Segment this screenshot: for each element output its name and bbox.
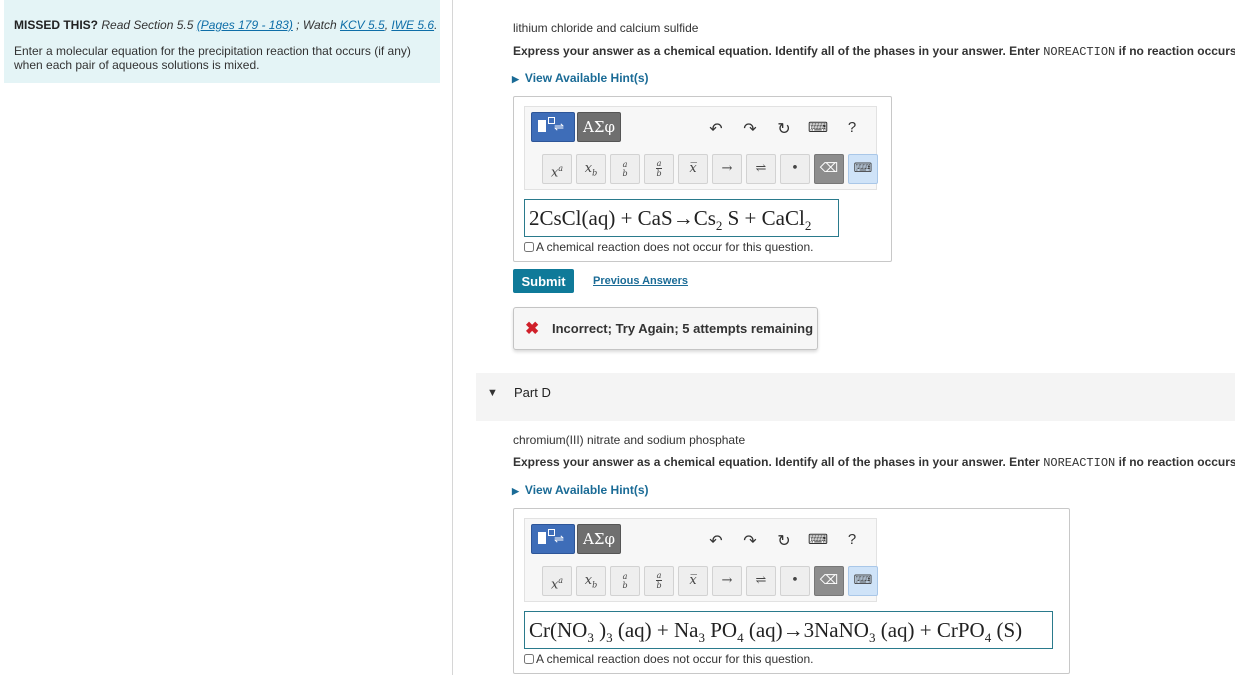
partC-answer-box: ⇌ ΑΣφ ↶ ↷ ↻ ⌨ ? xa xb ab ab x̅ → ⇌ • ⌫ ⌨… xyxy=(513,96,892,262)
missed-this-panel: MISSED THIS? Read Section 5.5 (Pages 179… xyxy=(4,0,440,83)
partC-hint-label: View Available Hint(s) xyxy=(524,71,649,85)
subscript-icon[interactable]: xb xyxy=(576,566,606,596)
reset-icon[interactable]: ↻ xyxy=(773,119,795,139)
redo-icon[interactable]: ↷ xyxy=(739,119,761,139)
undo-icon[interactable]: ↶ xyxy=(705,119,727,139)
dot-icon[interactable]: • xyxy=(780,566,810,596)
partD-answer-box: ⇌ ΑΣφ ↶ ↷ ↻ ⌨ ? xa xb ab ab x̅ → ⇌ • ⌫ ⌨… xyxy=(513,508,1070,674)
close-x-icon: ✖ xyxy=(525,319,540,338)
eq-part: ) xyxy=(593,618,607,642)
undo-icon[interactable]: ↶ xyxy=(705,531,727,551)
partC-express-a: Express your answer as a chemical equati… xyxy=(513,44,1040,58)
incorrect-feedback: ✖ Incorrect; Try Again; 5 attempts remai… xyxy=(513,307,818,350)
kcv-link[interactable]: KCV 5.5 xyxy=(340,18,385,32)
eq-part: 3NaNO xyxy=(803,618,869,642)
instructions-text: Enter a molecular equation for the preci… xyxy=(14,44,411,72)
eq-part: (aq) + Na xyxy=(612,618,699,642)
help-icon[interactable]: ? xyxy=(841,531,863,548)
partC-equation-toolbar: ⇌ ΑΣφ ↶ ↷ ↻ ⌨ ? xa xb ab ab x̅ → ⇌ • ⌫ ⌨ xyxy=(524,106,878,190)
reaction-arrow-icon[interactable]: → xyxy=(712,566,742,596)
partC-prompt: lithium chloride and calcium sulfide xyxy=(513,21,699,35)
eq-part: Cr(NO xyxy=(529,618,588,642)
reaction-arrow-icon[interactable]: → xyxy=(712,154,742,184)
caret-right-icon: ▶ xyxy=(512,486,519,496)
fraction-icon[interactable]: ab xyxy=(644,154,674,184)
stack-icon[interactable]: ab xyxy=(610,566,640,596)
read-section-text: Read Section 5.5 xyxy=(101,18,194,32)
missed-this-line: MISSED THIS? Read Section 5.5 (Pages 179… xyxy=(14,18,437,32)
partC-no-reaction-label: A chemical reaction does not occur for t… xyxy=(536,240,814,254)
partD-no-reaction-checkbox[interactable]: A chemical reaction does not occur for t… xyxy=(524,652,813,666)
keyboard-icon[interactable]: ⌨ xyxy=(848,566,878,596)
partC-no-reaction-checkbox[interactable]: A chemical reaction does not occur for t… xyxy=(524,240,813,254)
submit-button[interactable]: Submit xyxy=(513,269,574,293)
partD-prompt: chromium(III) nitrate and sodium phospha… xyxy=(513,433,746,447)
subscript-icon[interactable]: xb xyxy=(576,154,606,184)
superscript-icon[interactable]: xa xyxy=(542,154,572,184)
keyboard-shortcuts-icon[interactable]: ⌨ xyxy=(807,531,829,548)
link-comma: , xyxy=(384,18,389,32)
dot-icon[interactable]: • xyxy=(780,154,810,184)
eq-part: Cs xyxy=(693,206,716,230)
caret-right-icon: ▶ xyxy=(512,74,519,84)
keyboard-shortcuts-icon[interactable]: ⌨ xyxy=(807,119,829,136)
eq-part: (aq) + CrPO xyxy=(875,618,985,642)
greek-symbols-button[interactable]: ΑΣφ xyxy=(577,112,621,142)
previous-answers-link[interactable]: Previous Answers xyxy=(593,275,688,287)
stack-icon[interactable]: ab xyxy=(610,154,640,184)
equilibrium-arrow-icon[interactable]: ⇌ xyxy=(746,566,776,596)
eq-subscript: 2 xyxy=(804,218,812,234)
watch-text: ; Watch xyxy=(296,18,337,32)
eq-arrow: → xyxy=(782,618,804,642)
eq-part: 2CsCl(aq) + CaS xyxy=(529,206,673,230)
partD-title: Part D xyxy=(514,385,551,400)
column-divider xyxy=(452,0,453,675)
overline-icon[interactable]: x̅ xyxy=(678,154,708,184)
partD-hint-label: View Available Hint(s) xyxy=(524,483,649,497)
superscript-icon[interactable]: xa xyxy=(542,566,572,596)
eq-part: (aq) xyxy=(743,618,783,642)
help-icon[interactable]: ? xyxy=(841,119,863,136)
greek-symbols-button[interactable]: ΑΣφ xyxy=(577,524,621,554)
partC-noreaction-code: NOREACTION xyxy=(1043,45,1116,59)
template-icon[interactable]: ⇌ xyxy=(531,112,575,142)
backspace-icon[interactable]: ⌫ xyxy=(814,566,844,596)
iwe-link[interactable]: IWE 5.6 xyxy=(391,18,434,32)
partD-noreaction-code: NOREACTION xyxy=(1043,456,1116,470)
partD-header[interactable]: ▼ Part D xyxy=(476,373,1235,421)
partD-view-hints-link[interactable]: ▶ View Available Hint(s) xyxy=(512,483,649,497)
pages-link[interactable]: (Pages 179 - 183) xyxy=(197,18,293,32)
template-icon[interactable]: ⇌ xyxy=(531,524,575,554)
link-period: . xyxy=(434,18,438,32)
feedback-message: Incorrect; Try Again; 5 attempts remaini… xyxy=(552,321,814,336)
partD-equation-toolbar: ⇌ ΑΣφ ↶ ↷ ↻ ⌨ ? xa xb ab ab x̅ → ⇌ • ⌫ ⌨ xyxy=(524,518,878,602)
eq-arrow: → xyxy=(672,206,694,230)
redo-icon[interactable]: ↷ xyxy=(739,531,761,551)
equilibrium-arrow-icon[interactable]: ⇌ xyxy=(746,154,776,184)
partD-express-a: Express your answer as a chemical equati… xyxy=(513,455,1040,469)
partD-express-instruction: Express your answer as a chemical equati… xyxy=(513,455,1235,470)
partD-answer-input[interactable]: Cr(NO3 )3 (aq) + Na3 PO4 (aq)→3NaNO3 (aq… xyxy=(524,611,1053,649)
partD-no-reaction-label: A chemical reaction does not occur for t… xyxy=(536,652,814,666)
overline-icon[interactable]: x̅ xyxy=(678,566,708,596)
checkbox[interactable] xyxy=(524,242,534,252)
reset-icon[interactable]: ↻ xyxy=(773,531,795,551)
partC-express-instruction: Express your answer as a chemical equati… xyxy=(513,44,1235,59)
eq-part: S + CaCl xyxy=(722,206,805,230)
partC-answer-input[interactable]: 2CsCl(aq) + CaS→Cs2 S + CaCl2 xyxy=(524,199,839,237)
missed-this-label: MISSED THIS? xyxy=(14,18,99,32)
backspace-icon[interactable]: ⌫ xyxy=(814,154,844,184)
eq-part: PO xyxy=(704,618,738,642)
caret-down-icon: ▼ xyxy=(487,387,498,399)
checkbox[interactable] xyxy=(524,654,534,664)
keyboard-icon[interactable]: ⌨ xyxy=(848,154,878,184)
eq-part: (S) xyxy=(991,618,1023,642)
partD-express-b: if no reaction occurs. xyxy=(1118,455,1235,469)
partC-express-b: if no reaction occurs. xyxy=(1118,44,1235,58)
fraction-icon[interactable]: ab xyxy=(644,566,674,596)
partC-view-hints-link[interactable]: ▶ View Available Hint(s) xyxy=(512,71,649,85)
